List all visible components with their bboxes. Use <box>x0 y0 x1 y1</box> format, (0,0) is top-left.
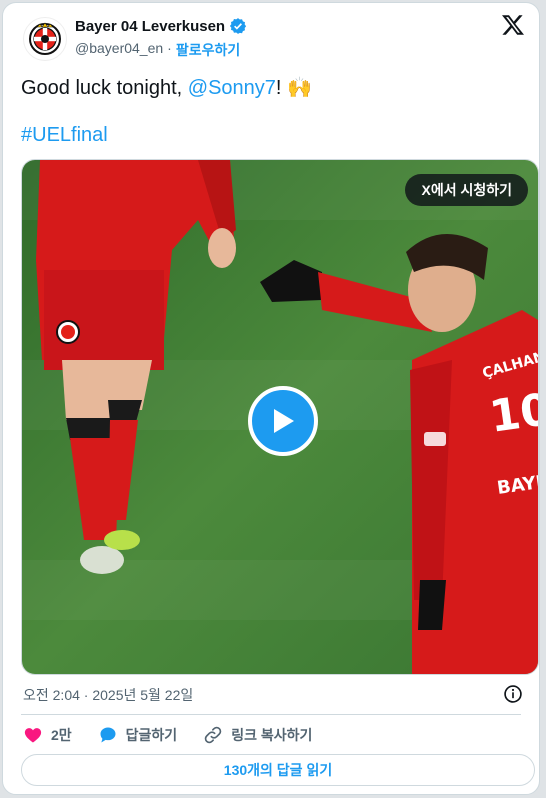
tweet-card: Bayer 04 Leverkusen @bayer04_en · 팔로우하기 … <box>2 2 540 795</box>
reply-label: 답글하기 <box>125 727 178 743</box>
x-logo-icon[interactable] <box>501 13 525 37</box>
read-replies-button[interactable]: 130개의 답글 읽기 <box>21 754 535 786</box>
tweet-text-end: ! 🙌 <box>275 77 312 99</box>
like-button[interactable]: 2만 <box>23 725 72 745</box>
play-button[interactable] <box>248 386 318 456</box>
divider <box>21 714 521 715</box>
hashtag-link[interactable]: #UELfinal <box>21 124 108 147</box>
jersey-number: 10 <box>486 384 538 443</box>
reply-button[interactable]: 답글하기 <box>98 725 178 745</box>
tweet-timestamp[interactable]: 오전 2:04 · 2025년 5월 22일 <box>23 685 193 705</box>
verified-badge-icon <box>230 18 247 34</box>
handle-row: @bayer04_en · 팔로우하기 <box>75 40 240 60</box>
account-name-row: Bayer 04 Leverkusen <box>75 17 247 35</box>
info-icon[interactable] <box>503 684 523 704</box>
reply-bubble-icon <box>100 727 116 743</box>
heart-icon <box>24 728 42 743</box>
account-handle[interactable]: @bayer04_en <box>75 40 163 60</box>
bayer-leverkusen-crest-icon <box>29 22 61 55</box>
follow-button[interactable]: 팔로우하기 <box>176 40 240 60</box>
video-player[interactable]: 10 ÇALHANOĞLU BAYE X에서 시청하기 <box>21 159 539 675</box>
action-bar: 2만 답글하기 링크 복사하기 <box>23 725 338 745</box>
like-count: 2만 <box>51 727 72 743</box>
tweet-text: Good luck tonight, @Sonny7! 🙌 <box>21 75 521 101</box>
handle-separator: · <box>167 40 172 56</box>
copy-link-label: 링크 복사하기 <box>231 727 313 743</box>
watch-on-x-button[interactable]: X에서 시청하기 <box>405 174 528 206</box>
link-icon <box>204 726 222 744</box>
avatar[interactable] <box>23 17 67 61</box>
play-icon <box>274 409 294 433</box>
mention-link[interactable]: @Sonny7 <box>188 77 276 99</box>
tweet-text-start: Good luck tonight, <box>21 77 188 99</box>
account-name[interactable]: Bayer 04 Leverkusen <box>75 18 225 35</box>
copy-link-button[interactable]: 링크 복사하기 <box>203 725 312 745</box>
